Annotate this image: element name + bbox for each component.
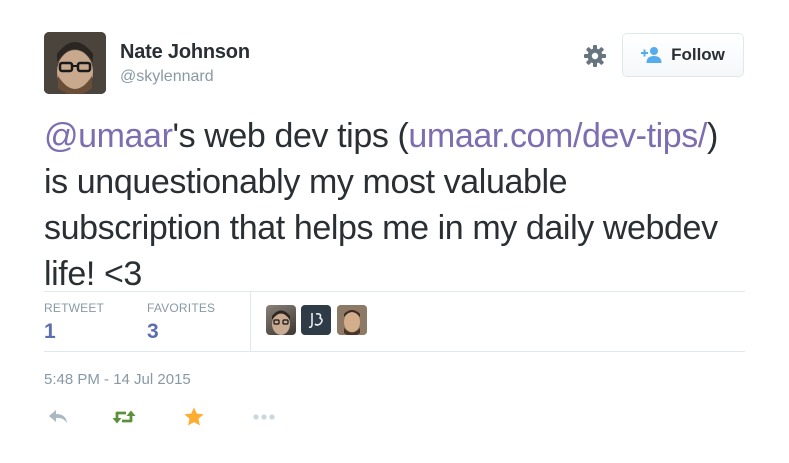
stats-separator [250, 292, 251, 351]
retweets-label[interactable]: RETWEET [44, 301, 104, 315]
tweet-timestamp[interactable]: 5:48 PM - 14 Jul 2015 [44, 371, 191, 388]
favoriter-avatar[interactable] [337, 305, 367, 335]
user-avatar[interactable] [44, 32, 106, 94]
retweet-icon[interactable] [111, 406, 136, 428]
retweets-count[interactable]: 1 [44, 320, 56, 344]
url-link[interactable]: umaar.com/dev-tips/ [408, 117, 707, 155]
favorites-label[interactable]: FAVORITES [147, 301, 215, 315]
follow-button-label: Follow [671, 45, 725, 64]
divider [44, 351, 745, 352]
divider [44, 291, 745, 292]
more-icon[interactable] [251, 406, 275, 428]
tweet-card: Nate Johnson @skylennard Follow @umaar's… [0, 0, 789, 463]
reply-icon[interactable] [47, 406, 71, 428]
favoriter-avatar[interactable] [301, 305, 331, 335]
tweet-text-part: 's web dev tips ( [172, 117, 409, 155]
tweet-text: @umaar's web dev tips (umaar.com/dev-tip… [44, 113, 734, 297]
favorites-count[interactable]: 3 [147, 320, 159, 344]
mention-link[interactable]: @umaar [44, 117, 173, 155]
user-avatar-image [44, 32, 106, 94]
add-user-icon [641, 46, 663, 64]
follow-button[interactable]: Follow [622, 33, 744, 77]
star-icon[interactable] [183, 406, 207, 428]
user-name[interactable]: Nate Johnson [120, 41, 250, 64]
gear-icon[interactable] [582, 43, 608, 69]
favoriter-avatar[interactable] [266, 305, 296, 335]
user-handle[interactable]: @skylennard [120, 68, 214, 86]
